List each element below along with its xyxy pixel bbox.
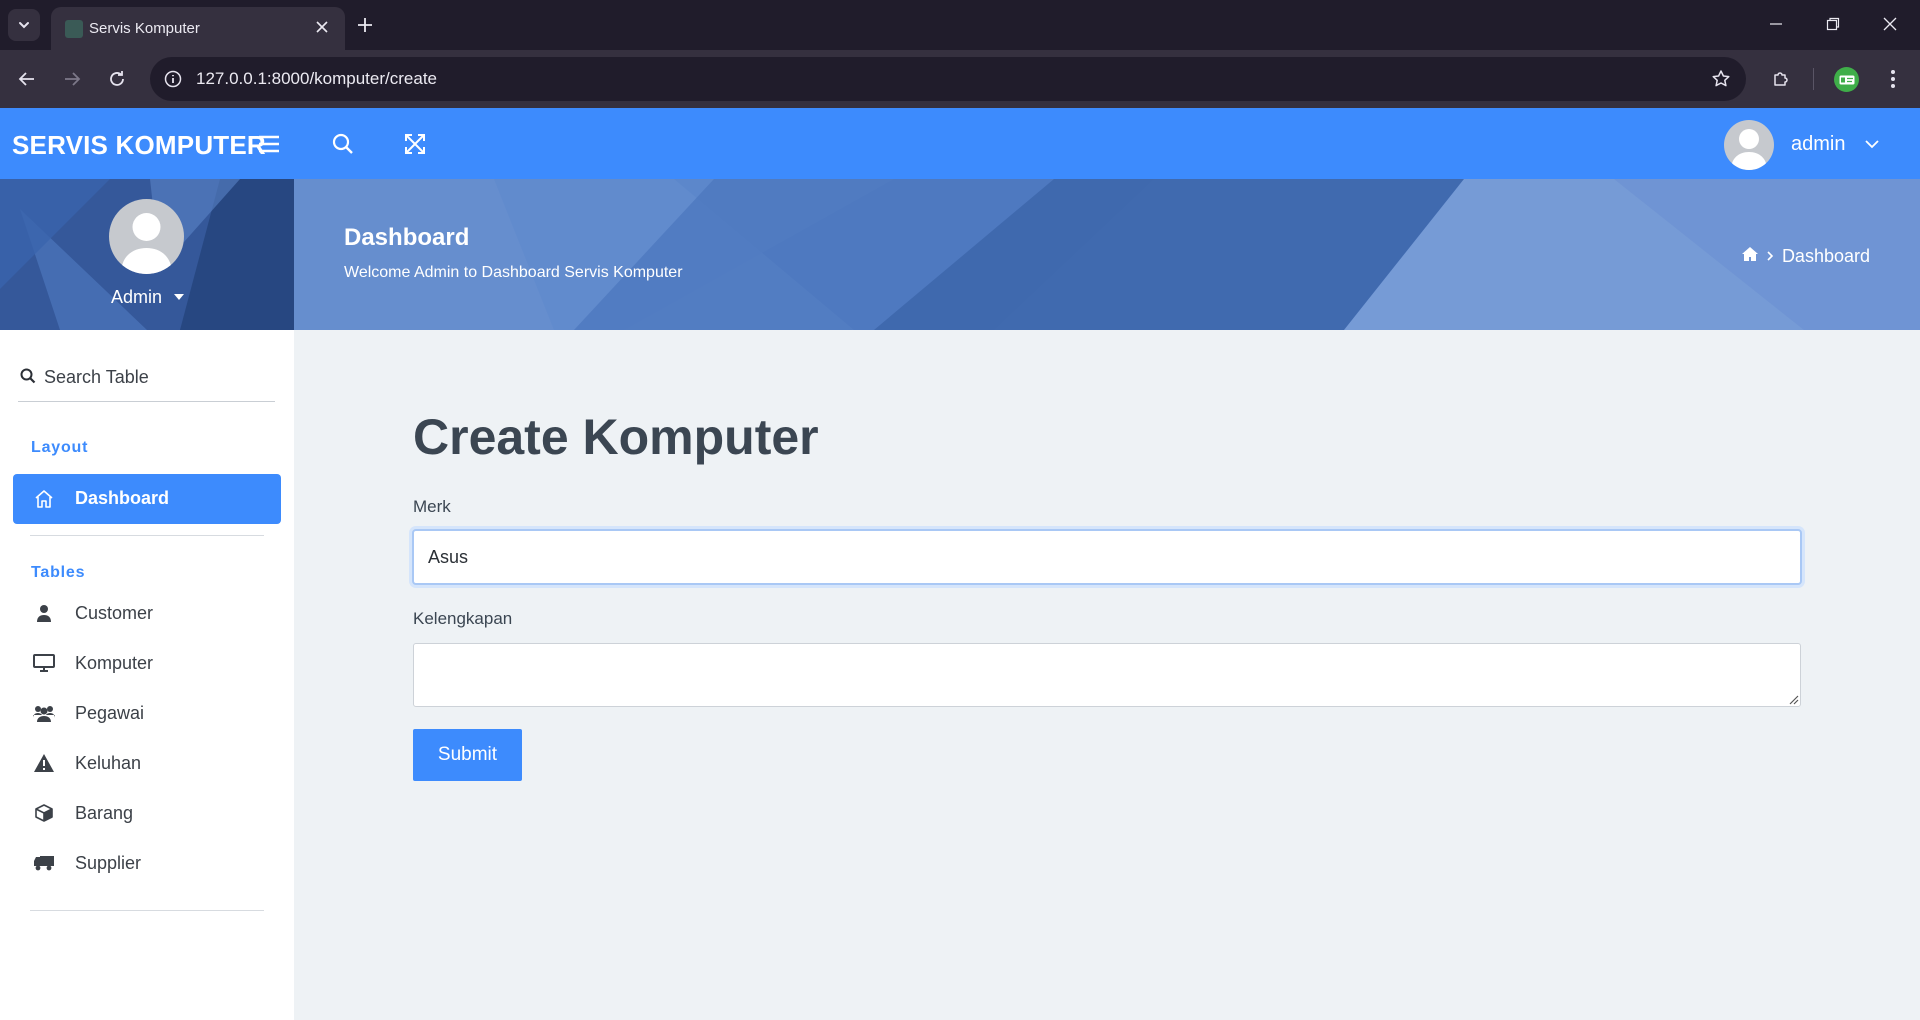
kelengkapan-label: Kelengkapan [413,609,513,628]
brand-title[interactable]: SERVIS KOMPUTER [12,130,266,161]
sidebar-item-label: Barang [75,803,134,823]
sidebar-item-barang[interactable]: Barang [13,791,281,835]
sidebar-divider [30,910,264,911]
box-icon [33,802,55,824]
breadcrumb-current[interactable]: Dashboard [1782,246,1870,267]
restore-button[interactable] [1813,10,1853,38]
reload-icon [110,71,124,86]
tab-title: Servis Komputer [89,20,200,37]
sidebar-item-dashboard[interactable]: Dashboard [13,474,281,524]
user-avatar-icon [121,213,172,274]
users-icon [33,702,55,724]
profile-name[interactable]: Admin [111,287,162,308]
user-icon [33,602,55,624]
sidebar-item-label: Keluhan [75,753,142,773]
page-banner: Dashboard Welcome Admin to Dashboard Ser… [294,179,1920,330]
browser-toolbar: 127.0.0.1:8000/komputer/create [0,50,1920,108]
arrow-left-icon [18,72,34,86]
section-label-tables: Tables [31,564,86,581]
sidebar-item-keluhan[interactable]: Keluhan [13,741,281,785]
banner-subtitle: Welcome Admin to Dashboard Servis Komput… [344,264,683,281]
tab-close-button[interactable] [311,16,333,38]
sidebar-item-label: Dashboard [75,488,170,508]
sidebar-item-label: Pegawai [75,703,145,723]
home-icon[interactable] [1741,246,1759,267]
sidebar-item-label: Komputer [75,653,154,673]
user-name[interactable]: admin [1791,133,1845,156]
profile-button[interactable] [1834,67,1859,92]
sidebar-item-komputer[interactable]: Komputer [13,641,281,685]
chevron-down-icon [19,22,29,29]
back-button[interactable] [12,64,42,94]
sidebar-item-customer[interactable]: Customer [13,591,281,635]
sidebar-item-label: Customer [75,603,154,623]
banner-title: Dashboard [344,224,470,251]
close-icon [316,21,328,33]
sidebar-item-pegawai[interactable]: Pegawai [13,691,281,735]
profile-avatar[interactable] [109,199,184,274]
chevron-right-icon [1767,248,1774,264]
arrow-right-icon [65,72,81,86]
home-icon [33,488,55,510]
user-dropdown-toggle[interactable] [1860,132,1884,156]
expand-icon [405,134,425,154]
sidebar-toggle-button[interactable] [253,128,285,160]
sidebar-divider [30,535,264,536]
url-text[interactable]: 127.0.0.1:8000/komputer/create [196,69,437,89]
kelengkapan-textarea[interactable] [413,643,1801,707]
site-info-icon[interactable] [162,68,184,90]
merk-input[interactable] [412,529,1802,585]
minimize-icon [1770,23,1782,25]
close-window-button[interactable] [1870,10,1910,38]
profile-icon [1839,75,1854,84]
submit-button[interactable]: Submit [413,729,522,781]
plus-icon [358,18,372,32]
sidebar: Admin Layout Dashboard Tables Customer K… [0,179,294,1020]
desktop-icon [33,652,55,674]
browser-tab-active[interactable]: Servis Komputer [51,7,345,50]
sidebar-item-label: Supplier [75,853,142,873]
minimize-button[interactable] [1756,10,1796,38]
kebab-menu-icon [1891,70,1895,88]
profile-dropdown-toggle[interactable] [172,290,186,304]
hamburger-icon [259,135,279,153]
caret-down-icon [174,294,184,300]
breadcrumb: Dashboard [1741,245,1870,267]
resize-grip-icon[interactable] [1788,694,1799,705]
merk-label: Merk [413,497,451,516]
sidebar-item-supplier[interactable]: Supplier [13,841,281,885]
search-icon [18,366,38,386]
tab-search-button[interactable] [8,9,40,41]
sidebar-profile-panel: Admin [0,179,294,330]
search-icon [332,133,353,154]
browser-tabstrip: Servis Komputer [0,0,1920,50]
bookmark-star-icon[interactable] [1710,68,1732,90]
extensions-button[interactable] [1766,64,1796,94]
chevron-down-icon [1865,140,1879,149]
forward-button[interactable] [57,64,87,94]
puzzle-icon [1774,72,1788,86]
page-title: Create Komputer [413,409,819,465]
favicon-icon [65,20,83,38]
warning-icon [33,752,55,774]
sidebar-search [18,362,275,402]
close-icon [1883,17,1897,31]
section-label-layout: Layout [31,439,89,456]
truck-icon [33,852,55,874]
user-avatar[interactable] [1724,120,1774,170]
new-tab-button[interactable] [352,12,378,38]
toolbar-divider [1813,68,1814,90]
browser-menu-button[interactable] [1878,64,1908,94]
header-search-button[interactable] [327,128,359,160]
user-avatar-icon [1731,129,1767,170]
fullscreen-button[interactable] [399,128,431,160]
reload-button[interactable] [102,64,132,94]
sidebar-search-input[interactable] [44,362,272,392]
banner-background-decoration [294,179,1920,330]
app-header: SERVIS KOMPUTER admin [0,108,1920,179]
restore-icon [1826,17,1840,31]
address-bar[interactable]: 127.0.0.1:8000/komputer/create [150,57,1746,101]
